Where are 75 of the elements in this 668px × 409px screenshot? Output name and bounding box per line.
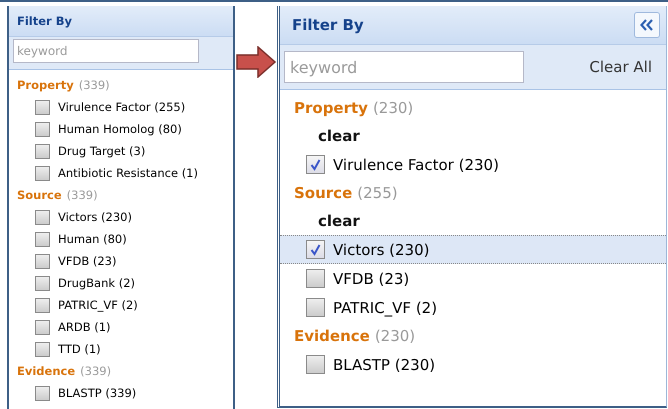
filter-option[interactable]: VFDB (23) [280,264,666,293]
option-label: PATRIC_VF (2) [58,298,138,312]
filter-option[interactable]: Antibiotic Resistance (1) [9,162,233,184]
checkbox[interactable] [35,276,50,290]
checkbox[interactable] [35,320,50,334]
option-label: TTD (1) [58,342,101,356]
clear-link[interactable]: clear [280,122,360,150]
checkbox[interactable] [35,254,50,268]
arrow-icon [236,46,276,78]
group-title: Property [294,99,368,117]
filter-option[interactable]: Victors (230) [9,206,233,228]
option-label: Human Homolog (80) [58,122,182,136]
checkbox[interactable] [35,386,50,400]
checkbox[interactable] [35,122,50,136]
filter-option[interactable]: BLASTP (339) [9,382,233,404]
option-label: Human (80) [58,232,127,246]
check-icon [309,158,322,171]
filter-option[interactable]: DrugBank (2) [9,272,233,294]
filter-option[interactable]: VFDB (23) [9,250,233,272]
filter-option[interactable]: ARDB (1) [9,316,233,338]
panel-title: Filter By [17,14,72,28]
checkbox[interactable] [306,155,325,174]
keyword-field[interactable]: keyword [13,39,199,63]
option-label: Victors (230) [58,210,132,224]
panel-title: Filter By [292,16,364,34]
clear-all-link[interactable]: Clear All [589,58,652,76]
filter-option[interactable]: BLASTP (230) [280,350,666,379]
check-icon [309,243,322,256]
option-label: VFDB (23) [58,254,116,268]
checkbox[interactable] [35,342,50,356]
checkbox[interactable] [35,298,50,312]
option-label: ARDB (1) [58,320,111,334]
filter-option[interactable]: Drug Target (3) [9,140,233,162]
option-label: PATRIC_VF (2) [333,298,438,316]
filter-option[interactable]: Human Homolog (80) [9,118,233,140]
clear-link[interactable]: clear [280,207,360,235]
group-count: (339) [80,364,112,378]
group-title: Evidence [294,327,370,345]
group-count: (339) [78,78,110,92]
checkbox[interactable] [35,232,50,246]
group-count: (339) [66,188,98,202]
group-title: Source [17,188,62,202]
option-label: BLASTP (339) [58,386,136,400]
filter-option[interactable]: PATRIC_VF (2) [9,294,233,316]
group-title: Evidence [17,364,76,378]
checkbox[interactable] [35,100,50,114]
checkbox[interactable] [35,144,50,158]
filter-option[interactable]: Human (80) [9,228,233,250]
filter-option[interactable]: Virulence Factor (230) [280,150,666,179]
checkbox[interactable] [306,269,325,288]
option-label: DrugBank (2) [58,276,136,290]
group-count: (230) [372,99,414,117]
filter-option[interactable]: PATRIC_VF (2) [280,293,666,322]
option-label: VFDB (23) [333,270,410,288]
keyword-field[interactable]: keyword [284,51,524,83]
checkbox[interactable] [35,166,50,180]
option-label: Antibiotic Resistance (1) [58,166,198,180]
filter-option[interactable]: Virulence Factor (255) [9,96,233,118]
group-title: Source [294,184,352,202]
option-label: BLASTP (230) [333,356,436,374]
checkbox[interactable] [306,298,325,317]
option-label: Victors (230) [333,240,430,258]
double-chevron-icon [640,19,654,31]
checkbox[interactable] [306,240,325,259]
group-title: Property [17,78,74,92]
option-label: Virulence Factor (230) [333,156,499,174]
checkbox[interactable] [306,355,325,374]
group-count: (255) [357,184,398,202]
option-label: Drug Target (3) [58,144,146,158]
collapse-button[interactable] [634,12,660,38]
filter-option[interactable]: Victors (230) [280,235,666,264]
filter-option[interactable]: TTD (1) [9,338,233,360]
group-count: (230) [374,327,416,345]
checkbox[interactable] [35,210,50,224]
option-label: Virulence Factor (255) [58,100,186,114]
